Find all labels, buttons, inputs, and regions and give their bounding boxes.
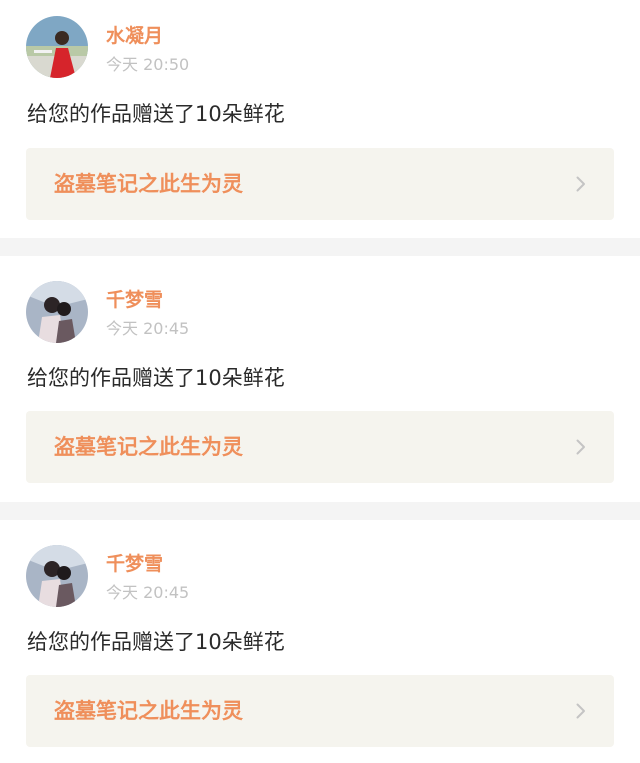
username[interactable]: 水凝月	[106, 25, 163, 47]
work-title: 盗墓笔记之此生为灵	[54, 435, 243, 459]
avatar-couple-icon	[26, 545, 88, 607]
user-avatar[interactable]	[26, 545, 88, 607]
user-avatar[interactable]	[26, 281, 88, 343]
timestamp: 今天 20:50	[106, 55, 190, 74]
chevron-right-icon	[576, 703, 585, 719]
notification-feed: 水凝月 今天 20:50 给您的作品赠送了10朵鲜花 盗墓笔记之此生为灵 千梦雪…	[0, 0, 640, 763]
chevron-right-icon	[576, 176, 585, 192]
chevron-right-icon	[576, 439, 585, 455]
work-link[interactable]: 盗墓笔记之此生为灵	[26, 675, 614, 747]
section-divider	[0, 238, 640, 256]
gift-message: 给您的作品赠送了10朵鲜花	[27, 102, 285, 126]
avatar-couple-icon	[26, 281, 88, 343]
avatar-red-dress-icon	[26, 16, 88, 78]
section-divider	[0, 502, 640, 520]
timestamp: 今天 20:45	[106, 583, 190, 602]
work-link[interactable]: 盗墓笔记之此生为灵	[26, 148, 614, 220]
gift-message: 给您的作品赠送了10朵鲜花	[27, 630, 285, 654]
username[interactable]: 千梦雪	[106, 289, 163, 311]
gift-message: 给您的作品赠送了10朵鲜花	[27, 366, 285, 390]
work-title: 盗墓笔记之此生为灵	[54, 699, 243, 723]
user-avatar[interactable]	[26, 16, 88, 78]
work-title: 盗墓笔记之此生为灵	[54, 172, 243, 196]
notification-card: 千梦雪 今天 20:45 给您的作品赠送了10朵鲜花 盗墓笔记之此生为灵	[0, 256, 640, 502]
notification-card: 千梦雪 今天 20:45 给您的作品赠送了10朵鲜花 盗墓笔记之此生为灵	[0, 520, 640, 763]
username[interactable]: 千梦雪	[106, 553, 163, 575]
notification-card: 水凝月 今天 20:50 给您的作品赠送了10朵鲜花 盗墓笔记之此生为灵	[0, 0, 640, 238]
timestamp: 今天 20:45	[106, 319, 190, 338]
work-link[interactable]: 盗墓笔记之此生为灵	[26, 411, 614, 483]
